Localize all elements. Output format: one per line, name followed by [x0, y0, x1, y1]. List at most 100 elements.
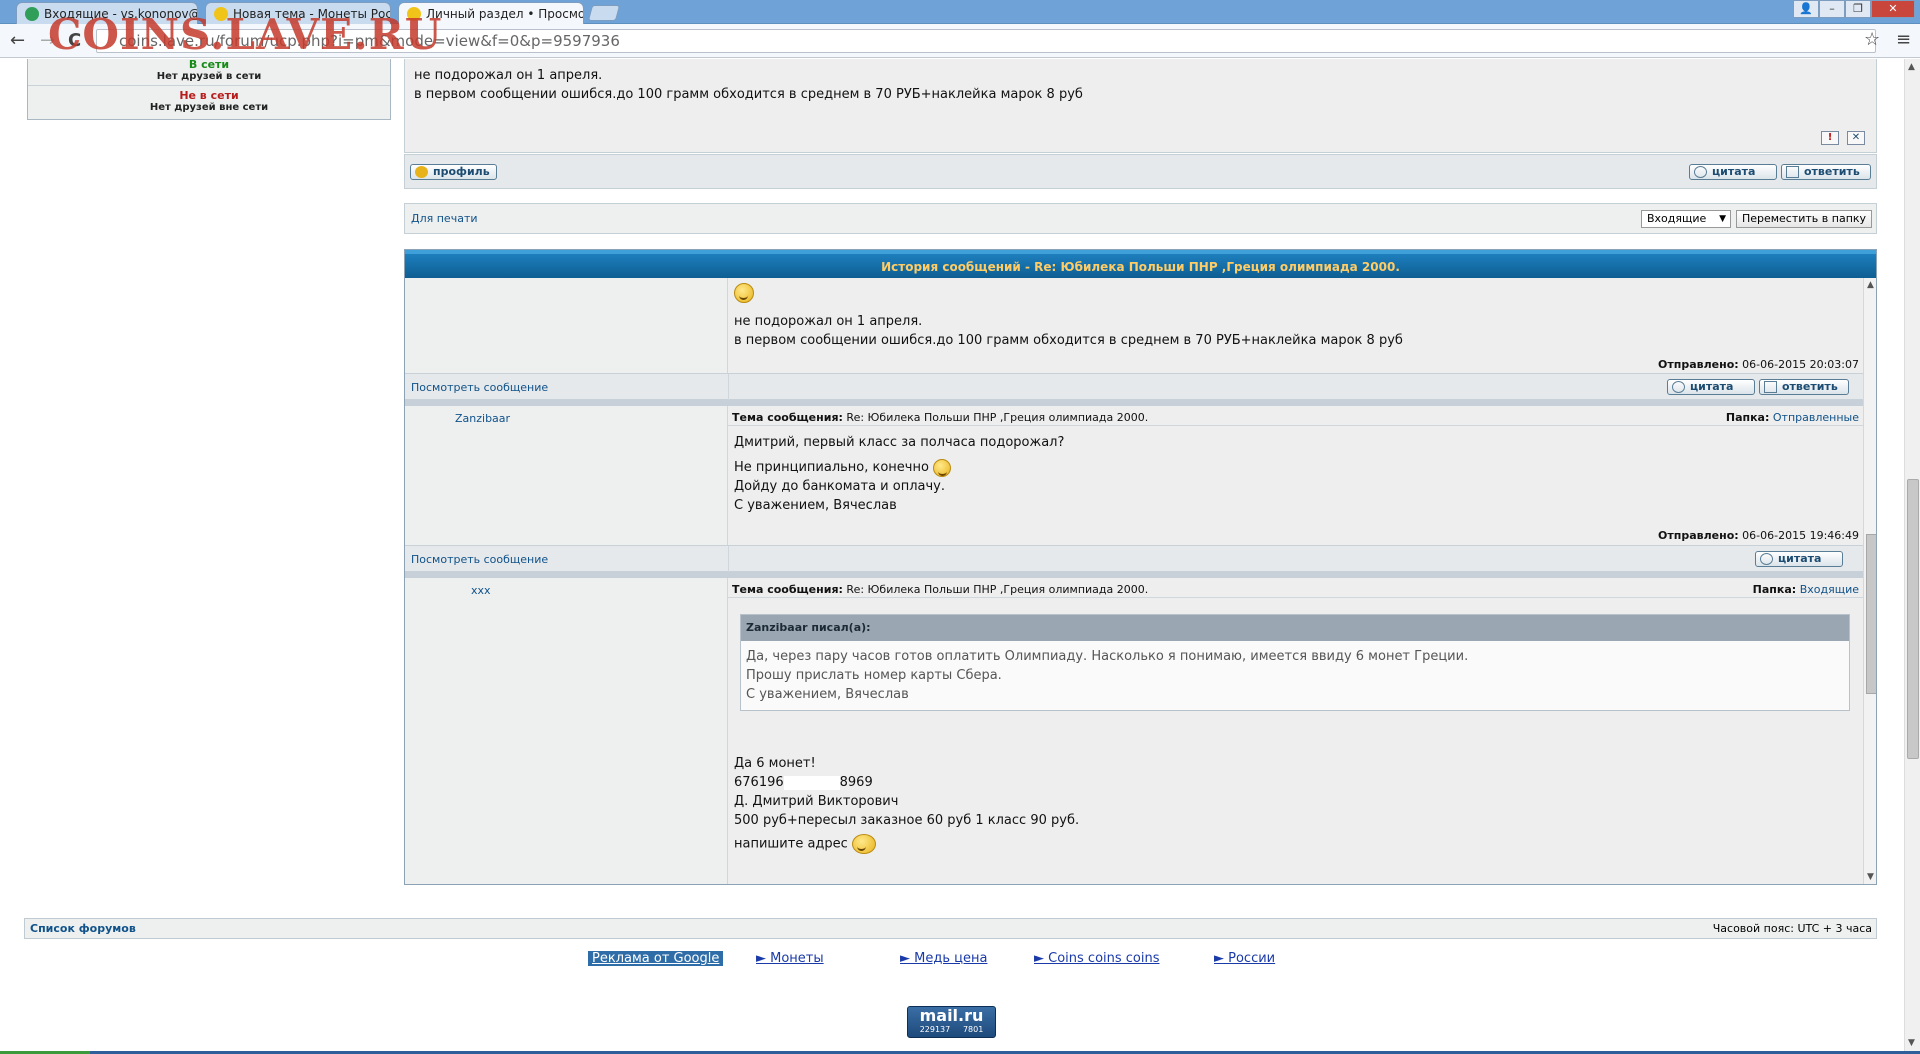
ad-link[interactable]: ► Медь цена	[900, 951, 987, 966]
user-icon[interactable]: 👤	[1793, 0, 1819, 18]
subject-value: Re: Юбилека Польши ПНР ,Греция олимпиада…	[846, 411, 1149, 424]
tab-title: Личный раздел • Просмотр	[426, 6, 584, 21]
smiley-icon	[851, 834, 876, 854]
reply-label: ответить	[1804, 165, 1860, 178]
post-actions: профиль цитата ответить	[404, 154, 1877, 189]
message-line: в первом сообщении ошибся.до 100 грамм о…	[734, 333, 1403, 348]
quote-line: Да, через пару часов готов оплатить Олим…	[746, 649, 1469, 664]
close-window-button[interactable]: ✕	[1871, 0, 1915, 18]
message-line: Дмитрий, первый класс за полчаса подорож…	[734, 435, 1065, 450]
author-link[interactable]: xxx	[471, 584, 491, 597]
ads-label[interactable]: Реклама от Google	[588, 951, 724, 966]
message-line: Д. Дмитрий Викторович	[734, 794, 899, 809]
message-cell: не подорожал он 1 апреля. в первом сообщ…	[728, 278, 1863, 373]
counter-left: 229137	[919, 1025, 951, 1034]
counter-right: 7801	[962, 1025, 984, 1034]
counter-values: 229137 7801	[908, 1025, 995, 1035]
author-cell: Zanzibaar	[405, 406, 728, 545]
scroll-up-icon[interactable]: ▲	[1908, 62, 1915, 72]
message-body: не подорожал он 1 апреля. в первом сообщ…	[404, 59, 1877, 153]
delete-icon[interactable]: ✕	[1847, 131, 1865, 145]
mail-icon	[25, 6, 39, 21]
message-cell: Тема сообщения: Re: Юбилека Польши ПНР ,…	[728, 578, 1863, 884]
divider	[728, 546, 729, 573]
message-text: напишите адрес	[734, 836, 848, 852]
ad-link[interactable]: ► Монеты	[756, 951, 824, 966]
quote-icon	[1672, 381, 1685, 393]
author-link[interactable]: Zanzibaar	[455, 412, 510, 425]
scroll-thumb[interactable]	[1907, 479, 1919, 759]
quote-label: цитата	[1778, 552, 1822, 565]
friends-box: В сети Нет друзей в сети Не в сети Нет д…	[27, 59, 391, 120]
quote-block: Zanzibaar писал(а): Да, через пару часов…	[740, 614, 1850, 711]
history-actions: Посмотреть сообщение цитата ответить	[405, 373, 1863, 401]
forum-list-link[interactable]: Список форумов	[30, 919, 136, 938]
sent-value: 06-06-2015 19:46:49	[1742, 529, 1859, 542]
message-folder: Папка: Отправленные	[1726, 411, 1859, 424]
card-number-start: 676196	[734, 775, 784, 790]
message-line: в первом сообщении ошибся.до 100 грамм о…	[414, 87, 1083, 102]
profile-label: профиль	[433, 165, 490, 178]
report-icon[interactable]: !	[1821, 131, 1839, 145]
scroll-thumb[interactable]	[1866, 534, 1876, 694]
divider	[728, 597, 1863, 598]
quote-button[interactable]: цитата	[1667, 379, 1755, 395]
divider	[728, 425, 1863, 426]
profile-icon	[415, 166, 428, 178]
message-line: не подорожал он 1 апреля.	[734, 314, 923, 329]
print-bar: Для печати Входящие ▼ Переместить в папк…	[404, 203, 1877, 234]
quote-line: Прошу прислать номер карты Сбера.	[746, 668, 1002, 683]
view-message-link[interactable]: Посмотреть сообщение	[411, 553, 548, 566]
message-line: С уважением, Вячеслав	[734, 498, 897, 513]
message-line: 676196 8969	[734, 773, 1079, 792]
message-line: не подорожал он 1 апреля.	[414, 68, 603, 83]
new-tab-button[interactable]	[587, 5, 621, 21]
quote-label: цитата	[1712, 165, 1756, 178]
scroll-up-icon[interactable]: ▲	[1867, 280, 1874, 290]
author-cell: xxx	[405, 578, 728, 884]
history-scrollbar[interactable]: ▲ ▼	[1863, 278, 1876, 884]
subject-label: Тема сообщения:	[732, 411, 843, 424]
move-to-folder-button[interactable]: Переместить в папку	[1736, 210, 1872, 228]
message-subject: Тема сообщения: Re: Юбилека Польши ПНР ,…	[732, 583, 1148, 596]
ad-link[interactable]: ► Coins coins coins	[1034, 951, 1160, 966]
quote-button[interactable]: цитата	[1755, 551, 1843, 567]
mailru-counter[interactable]: mail.ru 229137 7801	[907, 1006, 996, 1038]
scroll-down-icon[interactable]: ▼	[1867, 872, 1874, 882]
minimize-button[interactable]: –	[1819, 0, 1845, 18]
forum-footer: Список форумов Часовой пояс: UTC + 3 час…	[24, 918, 1877, 939]
page-content: В сети Нет друзей в сети Не в сети Нет д…	[0, 59, 1904, 1051]
message-subject: Тема сообщения: Re: Юбилека Польши ПНР ,…	[732, 411, 1148, 424]
reply-button[interactable]: ответить	[1759, 379, 1849, 395]
reply-button[interactable]: ответить	[1781, 164, 1871, 180]
subject-value: Re: Юбилека Польши ПНР ,Греция олимпиада…	[846, 583, 1149, 596]
message-text: Не принципиально, конечно	[734, 460, 929, 475]
scroll-down-icon[interactable]: ▼	[1908, 1038, 1915, 1048]
folder-link[interactable]: Отправленные	[1773, 411, 1859, 424]
ad-link[interactable]: ► России	[1214, 951, 1275, 966]
folder-select-value: Входящие	[1647, 212, 1707, 225]
folder-label: Папка:	[1752, 583, 1797, 596]
view-message-link[interactable]: Посмотреть сообщение	[411, 381, 548, 394]
message-line: напишите адрес	[734, 834, 1079, 854]
quote-button[interactable]: цитата	[1689, 164, 1777, 180]
site-logo-watermark: COINS.LAVE.RU	[48, 10, 443, 59]
menu-icon[interactable]: ≡	[1896, 29, 1911, 50]
subject-label: Тема сообщения:	[732, 583, 843, 596]
quote-icon	[1694, 166, 1707, 178]
message-line: Да 6 монет!	[734, 756, 816, 771]
restore-button[interactable]: ❐	[1845, 0, 1871, 18]
smiley-icon	[734, 283, 754, 303]
offline-title: Не в сети	[179, 89, 239, 102]
back-icon[interactable]: ←	[10, 30, 25, 51]
history-message: Zanzibaar Тема сообщения: Re: Юбилека По…	[405, 406, 1863, 545]
folder-select[interactable]: Входящие ▼	[1641, 210, 1731, 228]
page-scrollbar[interactable]: ▲ ▼	[1904, 59, 1920, 1051]
chevron-down-icon: ▼	[1719, 214, 1726, 224]
smiley-icon	[933, 458, 952, 477]
star-icon[interactable]: ☆	[1864, 29, 1880, 50]
print-link[interactable]: Для печати	[411, 212, 478, 225]
reply-icon	[1786, 166, 1799, 178]
folder-link[interactable]: Входящие	[1800, 583, 1859, 596]
profile-button[interactable]: профиль	[410, 164, 497, 180]
